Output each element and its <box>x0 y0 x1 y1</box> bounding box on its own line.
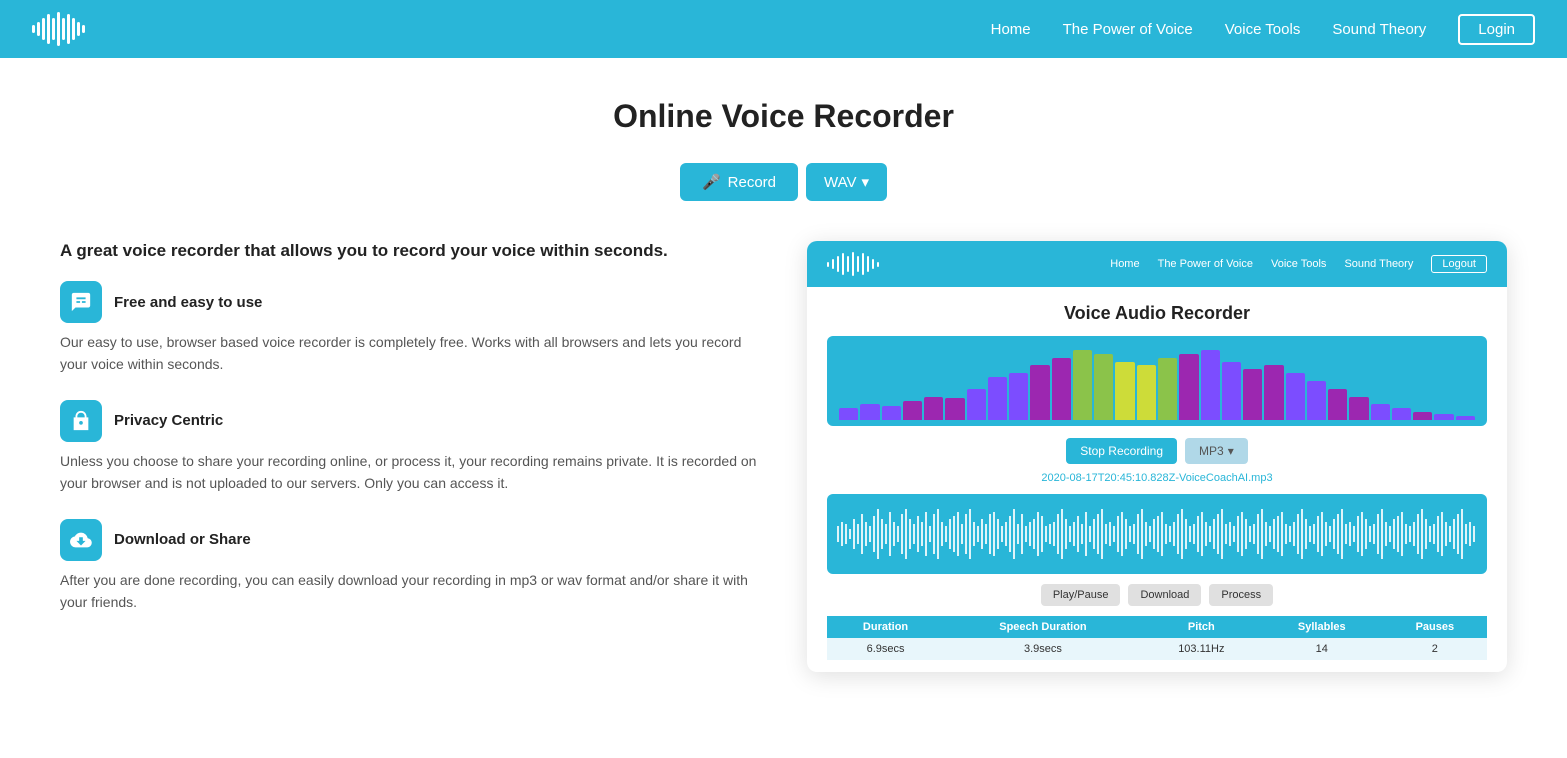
mp3-label: MP3 <box>1199 444 1224 458</box>
feature-download-title: Download or Share <box>114 531 251 548</box>
nav-voice-tools[interactable]: Voice Tools <box>1225 21 1301 38</box>
record-button[interactable]: 🎤 Record <box>680 163 798 201</box>
widget-preview: Home The Power of Voice Voice Tools Soun… <box>807 241 1507 672</box>
download-button[interactable]: Download <box>1128 584 1201 606</box>
feature-privacy: Privacy Centric Unless you choose to sha… <box>60 400 767 495</box>
val-pauses: 2 <box>1383 638 1487 660</box>
feature-free-desc: Our easy to use, browser based voice rec… <box>60 331 767 376</box>
login-button[interactable]: Login <box>1458 14 1535 45</box>
play-pause-button[interactable]: Play/Pause <box>1041 584 1121 606</box>
feature-free-header: Free and easy to use <box>60 281 767 323</box>
stats-table: Duration Speech Duration Pitch Syllables… <box>827 616 1487 660</box>
feature-privacy-title: Privacy Centric <box>114 412 223 429</box>
widget-title: Voice Audio Recorder <box>827 303 1487 324</box>
feature-privacy-header: Privacy Centric <box>60 400 767 442</box>
mic-icon: 🎤 <box>702 173 721 191</box>
col-pitch: Pitch <box>1142 616 1261 638</box>
widget-nav-sound-theory[interactable]: Sound Theory <box>1344 258 1413 270</box>
cloud-download-icon <box>70 529 92 551</box>
stats-table-header: Duration Speech Duration Pitch Syllables… <box>827 616 1487 638</box>
comment-icon <box>70 291 92 313</box>
stop-recording-button[interactable]: Stop Recording <box>1066 438 1177 464</box>
nav-sound-theory[interactable]: Sound Theory <box>1332 21 1426 38</box>
val-syllables: 14 <box>1261 638 1383 660</box>
feature-download-desc: After you are done recording, you can ea… <box>60 569 767 614</box>
page-title: Online Voice Recorder <box>60 98 1507 135</box>
intro-text: A great voice recorder that allows you t… <box>60 241 767 261</box>
col-syllables: Syllables <box>1261 616 1383 638</box>
wav-label: WAV <box>824 174 857 191</box>
nav-home[interactable]: Home <box>991 21 1031 38</box>
recording-filename[interactable]: 2020-08-17T20:45:10.828Z-VoiceCoachAI.mp… <box>827 472 1487 484</box>
widget-nav: Home The Power of Voice Voice Tools Soun… <box>1110 255 1487 273</box>
free-icon <box>60 281 102 323</box>
widget-nav-home[interactable]: Home <box>1110 258 1139 270</box>
recorder-widget: Home The Power of Voice Voice Tools Soun… <box>807 241 1507 672</box>
mp3-chevron-icon: ▾ <box>1228 444 1234 458</box>
recording-waveform <box>827 336 1487 426</box>
widget-body: Voice Audio Recorder <box>807 287 1507 672</box>
waveform-bars <box>827 336 1487 426</box>
col-pauses: Pauses <box>1383 616 1487 638</box>
playback-waveform-svg <box>837 504 1477 564</box>
logo <box>32 11 85 47</box>
col-duration: Duration <box>827 616 944 638</box>
playback-controls: Play/Pause Download Process <box>827 584 1487 606</box>
widget-nav-voice-tools[interactable]: Voice Tools <box>1271 258 1326 270</box>
nav-power-of-voice[interactable]: The Power of Voice <box>1063 21 1193 38</box>
widget-logo <box>827 250 879 278</box>
widget-controls: Stop Recording MP3 ▾ <box>827 438 1487 464</box>
mp3-format-button[interactable]: MP3 ▾ <box>1185 438 1248 464</box>
playback-waveform <box>827 494 1487 574</box>
feature-download: Download or Share After you are done rec… <box>60 519 767 614</box>
widget-header: Home The Power of Voice Voice Tools Soun… <box>807 241 1507 287</box>
site-header: Home The Power of Voice Voice Tools Soun… <box>0 0 1567 58</box>
record-label: Record <box>728 174 776 191</box>
stats-header-row: Duration Speech Duration Pitch Syllables… <box>827 616 1487 638</box>
feature-free-title: Free and easy to use <box>114 294 262 311</box>
stats-table-body: 6.9secs 3.9secs 103.11Hz 14 2 <box>827 638 1487 660</box>
record-controls: 🎤 Record WAV ▾ <box>60 163 1507 201</box>
widget-nav-power-of-voice[interactable]: The Power of Voice <box>1158 258 1253 270</box>
content-columns: A great voice recorder that allows you t… <box>60 241 1507 672</box>
stats-data-row: 6.9secs 3.9secs 103.11Hz 14 2 <box>827 638 1487 660</box>
lock-icon <box>70 410 92 432</box>
feature-free: Free and easy to use Our easy to use, br… <box>60 281 767 376</box>
val-duration: 6.9secs <box>827 638 944 660</box>
left-column: A great voice recorder that allows you t… <box>60 241 767 637</box>
main-content: Online Voice Recorder 🎤 Record WAV ▾ A g… <box>0 58 1567 712</box>
feature-privacy-desc: Unless you choose to share your recordin… <box>60 450 767 495</box>
download-feature-icon <box>60 519 102 561</box>
chevron-down-icon: ▾ <box>862 173 870 191</box>
process-button[interactable]: Process <box>1209 584 1273 606</box>
val-speech-duration: 3.9secs <box>944 638 1142 660</box>
logo-waveform <box>32 11 85 47</box>
main-nav: Home The Power of Voice Voice Tools Soun… <box>991 14 1535 45</box>
col-speech-duration: Speech Duration <box>944 616 1142 638</box>
privacy-icon <box>60 400 102 442</box>
wav-format-button[interactable]: WAV ▾ <box>806 163 887 201</box>
val-pitch: 103.11Hz <box>1142 638 1261 660</box>
logout-button[interactable]: Logout <box>1431 255 1487 273</box>
feature-download-header: Download or Share <box>60 519 767 561</box>
